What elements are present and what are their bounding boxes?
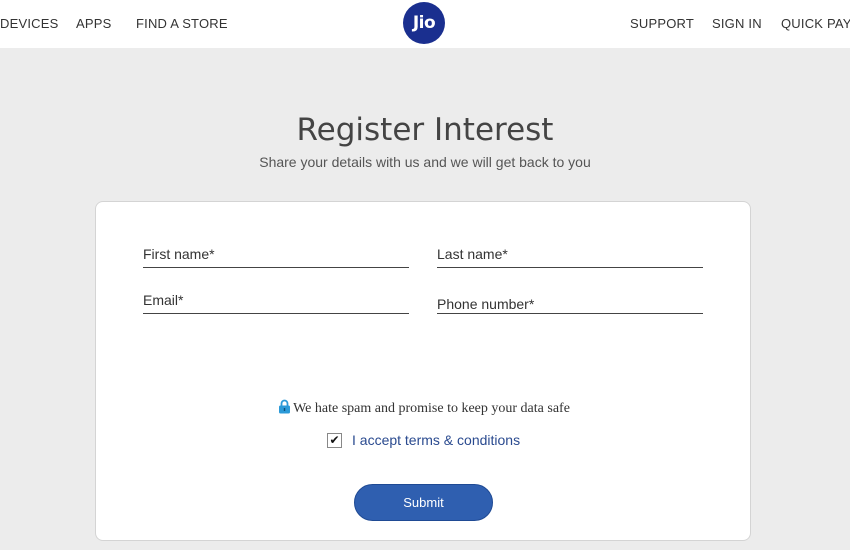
terms-row: ✔ I accept terms & conditions [327,432,520,448]
page-title: Register Interest [296,112,554,148]
phone-number-input[interactable] [437,284,703,313]
last-name-input[interactable] [437,238,703,267]
nav-quick-pay[interactable]: QUICK PAY [781,16,850,31]
privacy-notice: We hate spam and promise to keep your da… [96,399,752,419]
top-navigation-bar: DEVICES APPS FIND A STORE Jio SUPPORT SI… [0,0,850,48]
jio-logo[interactable]: Jio [403,2,445,44]
nav-support[interactable]: SUPPORT [630,16,694,31]
nav-devices[interactable]: DEVICES [0,16,58,31]
last-name-field [437,238,703,268]
first-name-input[interactable] [143,238,409,267]
terms-link[interactable]: I accept terms & conditions [352,432,520,448]
nav-find-a-store[interactable]: FIND A STORE [136,16,228,31]
phone-field [437,284,703,314]
register-interest-form: We hate spam and promise to keep your da… [95,201,751,541]
checkmark-icon: ✔ [329,433,340,447]
email-input[interactable] [143,284,409,313]
lock-icon [278,399,291,419]
page-subtitle: Share your details with us and we will g… [259,154,591,170]
submit-button[interactable]: Submit [354,484,493,521]
logo-text: Jio [412,13,436,33]
terms-checkbox[interactable]: ✔ [327,432,342,448]
privacy-notice-text: We hate spam and promise to keep your da… [293,401,570,416]
nav-sign-in[interactable]: SIGN IN [712,16,762,31]
nav-apps[interactable]: APPS [76,16,111,31]
first-name-field [143,238,409,268]
email-field [143,284,409,314]
